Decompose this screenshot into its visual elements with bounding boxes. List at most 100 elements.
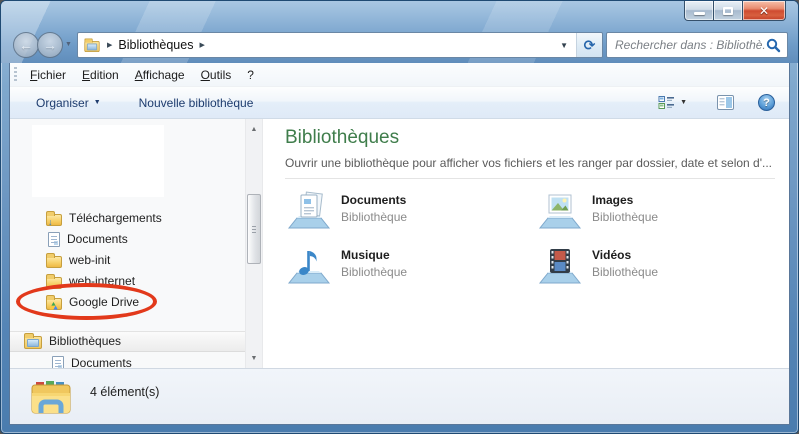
library-icon [24, 336, 42, 349]
google-drive-logo-icon [49, 302, 58, 310]
toolbar-right-group: ▼ ? [652, 91, 775, 114]
sidebar-item-label: Téléchargements [69, 211, 162, 225]
views-icon [658, 95, 675, 110]
preview-pane-icon [717, 95, 734, 110]
sidebar-item-label: web-init [69, 253, 110, 267]
sidebar-item-label: Google Drive [69, 295, 139, 309]
history-dropdown-icon[interactable]: ▼ [65, 41, 72, 48]
command-bar: Organiser ▼ Nouvelle bibliothèque [10, 87, 789, 119]
search-box [606, 32, 788, 58]
forward-button[interactable]: → [37, 32, 63, 58]
tree-scrollbar[interactable]: ▲ ▼ [245, 119, 263, 368]
navigation-pane: ↓ Téléchargements Documents web-init web… [10, 119, 245, 368]
document-icon [48, 232, 60, 247]
items-view: Bibliothèques Ouvrir une bibliothèque po… [264, 119, 789, 368]
scroll-down-icon[interactable]: ▼ [247, 350, 261, 366]
maximize-button[interactable] [714, 1, 742, 21]
maximize-icon [723, 7, 733, 15]
close-button[interactable]: ✕ [742, 1, 786, 21]
preview-pane-button[interactable] [711, 91, 740, 114]
folder-icon [46, 277, 62, 289]
breadcrumb-arrow-icon[interactable]: ▶ [107, 41, 112, 49]
folder-icon [46, 256, 62, 268]
sidebar-item-telechargements[interactable]: ↓ Téléchargements [46, 208, 162, 228]
sidebar-item-label: web-internet [69, 274, 135, 288]
navigation-bar: ← → ▼ ▶ Bibliothèques ▶ ▼ ⟳ [1, 29, 798, 63]
organize-button[interactable]: Organiser ▼ [30, 92, 107, 114]
gdrive-folder-icon [46, 298, 62, 310]
minimize-button[interactable] [684, 1, 714, 21]
breadcrumb-arrow-icon[interactable]: ▶ [199, 41, 204, 49]
library-item-musique[interactable]: Musique Bibliothèque [286, 242, 407, 288]
status-bar: 4 élément(s) [10, 368, 789, 424]
new-library-button[interactable]: Nouvelle bibliothèque [133, 92, 260, 114]
item-count: 4 élément(s) [90, 385, 159, 399]
search-input[interactable] [615, 38, 766, 52]
sidebar-item-web-init[interactable]: web-init [46, 250, 110, 270]
library-name: Vidéos [592, 248, 658, 262]
new-library-label: Nouvelle bibliothèque [139, 96, 254, 110]
sidebar-item-documents[interactable]: Documents [48, 229, 128, 249]
scrollbar-thumb[interactable] [247, 194, 261, 264]
caption-buttons: ✕ [684, 1, 786, 21]
download-arrow-icon: ↓ [48, 218, 53, 227]
page-subtitle: Ouvrir une bibliothèque pour afficher vo… [285, 156, 772, 170]
library-name: Images [592, 193, 658, 207]
sidebar-item-documents-library[interactable]: Documents [52, 353, 132, 368]
libraries-icon [84, 41, 99, 52]
sidebar-item-bibliotheques[interactable]: Bibliothèques [24, 331, 121, 351]
back-icon: ← [19, 37, 33, 53]
library-type: Bibliothèque [341, 265, 407, 279]
library-type: Bibliothèque [592, 265, 658, 279]
page-title: Bibliothèques [285, 127, 399, 149]
menu-bar: Fichier Edition Affichage Outils ? [10, 63, 789, 87]
library-name: Musique [341, 248, 407, 262]
library-item-documents[interactable]: Documents Bibliothèque [286, 187, 407, 233]
client-area: Fichier Edition Affichage Outils ? Organ… [9, 63, 790, 425]
help-button[interactable]: ? [758, 94, 775, 111]
refresh-icon: ⟳ [584, 38, 596, 52]
sidebar-item-google-drive[interactable]: Google Drive [46, 292, 139, 312]
library-item-images[interactable]: Images Bibliothèque [537, 187, 658, 233]
sidebar-item-label: Bibliothèques [49, 334, 121, 348]
menu-edition[interactable]: Edition [82, 68, 119, 82]
library-name: Documents [341, 193, 407, 207]
menu-affichage[interactable]: Affichage [135, 68, 185, 82]
views-button[interactable]: ▼ [652, 91, 693, 114]
help-icon: ? [763, 97, 770, 109]
breadcrumb-libraries[interactable]: Bibliothèques [118, 38, 193, 52]
chevron-down-icon: ▼ [94, 99, 101, 106]
toolbar-grip[interactable] [14, 67, 17, 82]
menu-fichier[interactable]: Fichier [30, 68, 66, 82]
organize-label: Organiser [36, 96, 89, 110]
header-divider [285, 178, 775, 179]
documents-library-icon [286, 187, 332, 233]
back-button[interactable]: ← [13, 32, 39, 58]
refresh-button[interactable]: ⟳ [576, 33, 602, 57]
downloads-folder-icon: ↓ [46, 214, 62, 226]
menu-help[interactable]: ? [247, 68, 254, 82]
scroll-up-icon[interactable]: ▲ [247, 121, 261, 137]
chevron-down-icon: ▼ [680, 99, 687, 106]
libraries-big-icon [28, 374, 74, 420]
library-item-videos[interactable]: Vidéos Bibliothèque [537, 242, 658, 288]
sidebar-item-label: Documents [67, 232, 128, 246]
videos-library-icon [537, 242, 583, 288]
address-dropdown-icon[interactable]: ▼ [552, 33, 576, 57]
images-library-icon [537, 187, 583, 233]
content-area: ↓ Téléchargements Documents web-init web… [10, 119, 789, 368]
music-library-icon [286, 242, 332, 288]
sidebar-item-web-internet[interactable]: web-internet [46, 271, 135, 291]
document-icon [52, 356, 64, 369]
sidebar-item-label: Documents [71, 356, 132, 368]
menu-outils[interactable]: Outils [201, 68, 232, 82]
minimize-icon [694, 12, 705, 15]
library-type: Bibliothèque [341, 210, 407, 224]
search-icon[interactable] [766, 38, 781, 53]
library-type: Bibliothèque [592, 210, 658, 224]
address-bar[interactable]: ▶ Bibliothèques ▶ ▼ ⟳ [77, 32, 603, 58]
blank-region [32, 125, 164, 197]
forward-icon: → [43, 37, 57, 53]
close-icon: ✕ [759, 5, 769, 17]
explorer-window: ✕ ← → ▼ ▶ Bibliothèques ▶ ▼ ⟳ Fichier Ed… [0, 0, 799, 434]
